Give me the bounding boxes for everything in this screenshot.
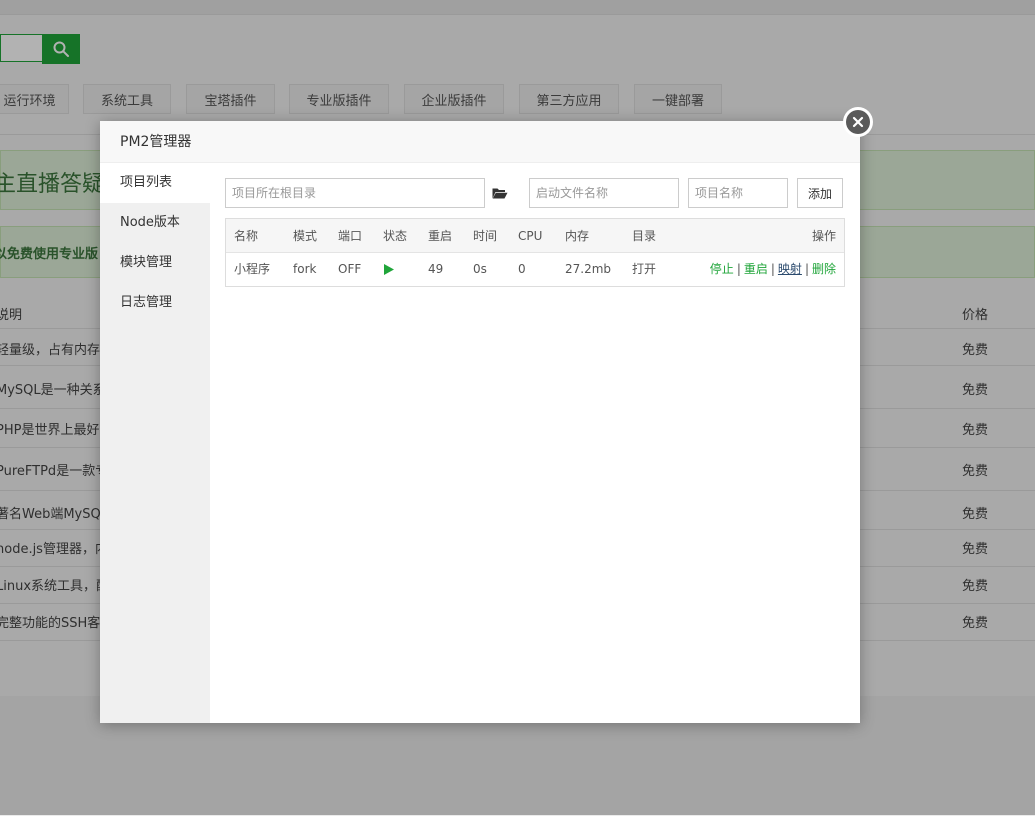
start-file-input[interactable]	[529, 178, 679, 208]
add-button[interactable]: 添加	[797, 178, 843, 208]
cell-cpu: 0	[518, 262, 526, 276]
close-icon	[852, 116, 864, 128]
cell-restarts: 49	[428, 262, 444, 276]
folder-open-icon	[492, 188, 508, 199]
folder-button[interactable]	[489, 183, 511, 203]
header-mode: 模式	[293, 229, 318, 243]
root-dir-input[interactable]	[225, 178, 485, 208]
dialog-sidebar: 项目列表 Node版本 模块管理 日志管理	[100, 163, 210, 723]
cell-time: 0s	[473, 262, 487, 276]
pm2-manager-dialog: PM2管理器 项目列表 Node版本 模块管理 日志管理 添加 名称 模式	[100, 107, 873, 723]
play-icon	[384, 264, 394, 275]
header-status: 状态	[383, 229, 408, 243]
delete-link[interactable]: 删除	[812, 262, 836, 276]
cell-mode: fork	[293, 262, 317, 276]
header-restarts: 重启	[428, 229, 453, 243]
sidebar-item-node-version[interactable]: Node版本	[100, 203, 210, 243]
restart-link[interactable]: 重启	[744, 262, 768, 276]
cell-name: 小程序	[234, 262, 271, 276]
dialog-title: PM2管理器	[100, 121, 860, 163]
project-name-input[interactable]	[688, 178, 788, 208]
row-actions: 停止 | 重启 | 映射 | 删除	[709, 262, 836, 276]
sidebar-item-module-management[interactable]: 模块管理	[100, 243, 210, 283]
cell-memory: 27.2mb	[565, 262, 612, 276]
map-link[interactable]: 映射	[778, 262, 802, 276]
header-memory: 内存	[565, 229, 590, 243]
open-directory-link[interactable]: 打开	[632, 253, 656, 285]
cell-port: OFF	[338, 262, 362, 276]
status-running	[384, 264, 394, 275]
header-time: 时间	[473, 229, 498, 243]
sidebar-item-log-management[interactable]: 日志管理	[100, 283, 210, 323]
table-header: 名称 模式 端口 状态 重启 时间 CPU 内存 目录 操作	[226, 219, 844, 253]
table-row: 小程序 fork OFF 49 0s 0 27.2mb 打开 停止 | 重启 | 映射 |…	[226, 253, 844, 286]
header-actions: 操作	[811, 229, 836, 243]
stop-link[interactable]: 停止	[710, 262, 734, 276]
header-directory: 目录	[632, 229, 657, 243]
sidebar-item-project-list[interactable]: 项目列表	[100, 163, 210, 203]
header-cpu: CPU	[518, 229, 543, 243]
pm2-project-table: 名称 模式 端口 状态 重启 时间 CPU 内存 目录 操作 小程序 fork …	[225, 218, 845, 287]
header-port: 端口	[338, 229, 363, 243]
header-name: 名称	[234, 229, 259, 243]
close-button[interactable]	[843, 107, 873, 137]
